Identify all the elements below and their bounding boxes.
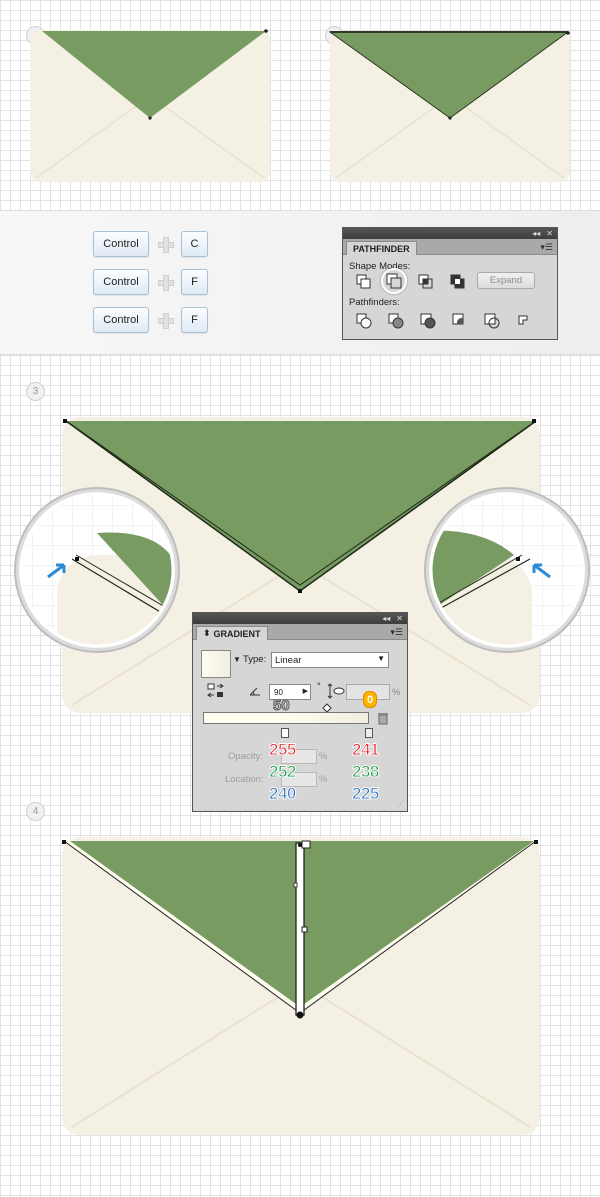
- right-stop-blue: 225: [352, 784, 380, 804]
- c-key: C: [181, 231, 208, 257]
- panel-tabbar: ⬍ GRADIENT ▾☰: [193, 624, 407, 640]
- percent-symbol: %: [319, 751, 328, 762]
- gradient-stop-right[interactable]: [365, 728, 373, 738]
- shortcut-section: Control C Control F Control F ◂◂ ✕ PATHF…: [0, 210, 600, 355]
- panel-menu-icon[interactable]: ▾☰: [390, 627, 403, 638]
- pathfinder-panel: ◂◂ ✕ PATHFINDER ▾☰ Shape Modes: Expand P…: [342, 227, 558, 340]
- grid-section-bottom: 3 4 ◂◂ ✕ ⬍ GRADIENT ▾☰ ▼ Type: Linear ▼ …: [0, 355, 600, 1197]
- step-badge-3: 3: [26, 382, 45, 401]
- collapse-icon[interactable]: ◂◂: [532, 229, 540, 238]
- gradient-body: ▼ Type: Linear ▼ 90 ▶ 50 ° 0 % Opacity: …: [193, 641, 407, 811]
- percent-symbol: %: [392, 687, 401, 698]
- panel-titlebar: ◂◂ ✕: [343, 228, 557, 239]
- chevron-down-icon[interactable]: ▼: [233, 655, 241, 664]
- plus-icon: [149, 307, 181, 333]
- f-key: F: [181, 269, 208, 295]
- aspect-ratio-icon: [327, 683, 345, 699]
- right-stop-green: 238: [352, 762, 380, 782]
- trim-icon[interactable]: [387, 312, 405, 330]
- reverse-gradient-icon[interactable]: [207, 683, 225, 699]
- divide-icon[interactable]: [355, 312, 373, 330]
- aspect-ratio-badge: 0: [363, 691, 377, 708]
- zoom-magnifier-left: [14, 487, 180, 653]
- plus-icon: [149, 231, 181, 257]
- close-icon[interactable]: ✕: [396, 614, 403, 623]
- panel-menu-icon[interactable]: ▾☰: [540, 242, 553, 253]
- gradient-swatch[interactable]: [201, 650, 231, 678]
- minus-back-icon[interactable]: [515, 312, 533, 330]
- expand-button[interactable]: Expand: [477, 272, 535, 289]
- degree-symbol: °: [317, 681, 321, 692]
- tab-expand-icon: ⬍: [203, 628, 211, 638]
- type-select[interactable]: Linear ▼: [271, 652, 389, 668]
- left-stop-red: 255: [269, 740, 297, 760]
- crop-icon[interactable]: [451, 312, 469, 330]
- tab-label: GRADIENT: [213, 628, 261, 639]
- tab-gradient[interactable]: ⬍ GRADIENT: [196, 626, 268, 640]
- grid-section-top: 1 2: [0, 0, 600, 210]
- collapse-icon[interactable]: ◂◂: [382, 614, 390, 623]
- trash-icon[interactable]: [377, 712, 389, 725]
- chevron-down-icon: ▼: [377, 654, 385, 663]
- minus-front-icon[interactable]: [385, 272, 403, 290]
- shortcut-row-3: Control F: [93, 307, 208, 333]
- opacity-label: Opacity:: [228, 751, 263, 762]
- gradient-ramp[interactable]: [203, 712, 369, 724]
- envelope-step-4: [62, 837, 540, 1135]
- close-icon[interactable]: ✕: [546, 229, 553, 238]
- shortcut-row-1: Control C: [93, 231, 208, 257]
- gradient-stop-left[interactable]: [281, 728, 289, 738]
- control-key: Control: [93, 307, 149, 333]
- exclude-icon[interactable]: [449, 273, 467, 291]
- percent-symbol: %: [319, 774, 328, 785]
- type-value: Linear: [275, 654, 302, 666]
- chevron-right-icon: ▶: [302, 688, 308, 695]
- panel-tabbar: PATHFINDER ▾☰: [343, 239, 557, 255]
- envelope-step-1: [30, 29, 270, 182]
- zoom-magnifier-right: [424, 487, 590, 653]
- unite-icon[interactable]: [355, 273, 373, 291]
- tab-pathfinder[interactable]: PATHFINDER: [346, 241, 417, 255]
- panel-titlebar: ◂◂ ✕: [193, 613, 407, 624]
- gradient-panel: ◂◂ ✕ ⬍ GRADIENT ▾☰ ▼ Type: Linear ▼ 90 ▶…: [192, 612, 408, 812]
- outline-icon[interactable]: [483, 312, 501, 330]
- right-stop-red: 241: [352, 740, 380, 760]
- merge-icon[interactable]: [419, 312, 437, 330]
- plus-icon: [149, 269, 181, 295]
- resize-grip-icon[interactable]: ⋰: [397, 800, 404, 808]
- angle-icon: [249, 687, 260, 696]
- pathfinders-label: Pathfinders:: [349, 297, 400, 308]
- step-badge-4: 4: [26, 802, 45, 821]
- control-key: Control: [93, 231, 149, 257]
- left-stop-green: 252: [269, 762, 297, 782]
- shortcut-row-2: Control F: [93, 269, 208, 295]
- left-stop-blue: 240: [269, 784, 297, 804]
- envelope-step-2: [328, 31, 570, 182]
- tab-label: PATHFINDER: [353, 243, 410, 254]
- type-label: Type:: [243, 654, 267, 665]
- f-key: F: [181, 307, 208, 333]
- angle-value: 90: [274, 687, 283, 697]
- tutorial-page: 1 2 Control C Control F: [0, 0, 600, 1197]
- location-label: Location:: [225, 774, 264, 785]
- intersect-icon[interactable]: [417, 273, 435, 291]
- control-key: Control: [93, 269, 149, 295]
